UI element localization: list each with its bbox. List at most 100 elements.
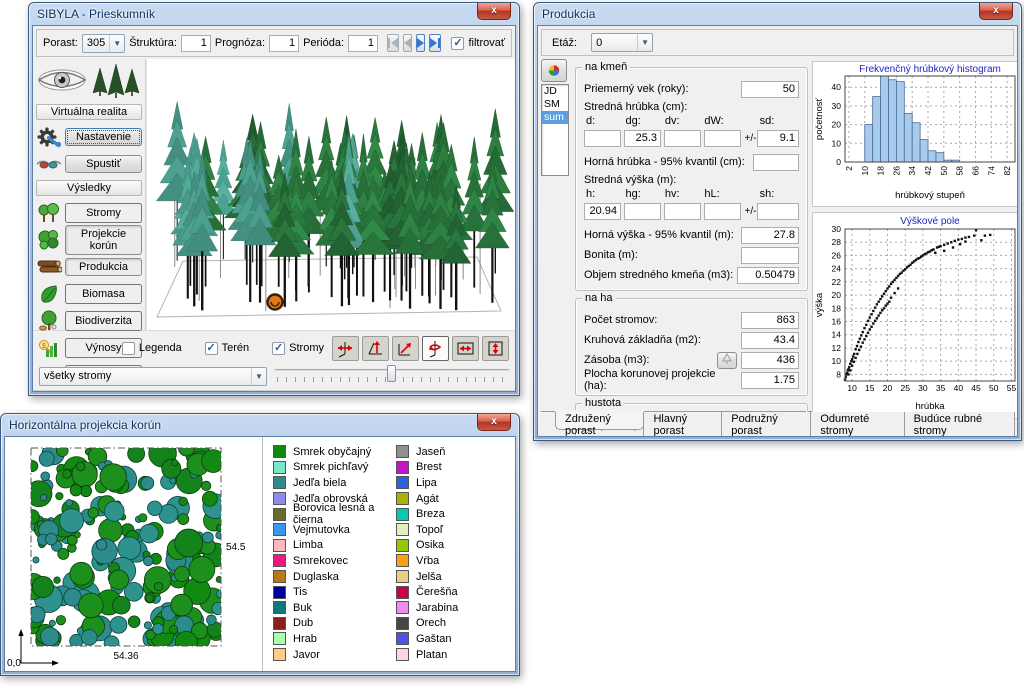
next-record-button[interactable]: [416, 34, 425, 52]
view-y-axis-button[interactable]: [362, 336, 389, 361]
svg-text:50: 50: [989, 383, 999, 393]
legend-item-limba: Limba: [273, 538, 392, 554]
legenda-checkbox-row[interactable]: Legenda: [122, 342, 182, 355]
teren-checkbox[interactable]: ✓: [205, 342, 218, 355]
horna-vyska-input[interactable]: [741, 227, 799, 244]
etaz-panel: Etáž: 0 ▼: [541, 29, 1014, 56]
na-ha-row: Počet stromov:: [584, 310, 799, 330]
h-col-label: hv:: [663, 188, 702, 201]
legenda-checkbox[interactable]: [122, 342, 135, 355]
close-button[interactable]: x: [477, 414, 511, 431]
stromy-checkbox[interactable]: ✓: [272, 342, 285, 355]
tab-zdru-en-porast[interactable]: Združený porast: [555, 412, 644, 430]
legend-swatch: [396, 492, 409, 505]
stromy-checkbox-row[interactable]: ✓ Stromy: [272, 342, 324, 355]
first-record-button[interactable]: [387, 34, 399, 52]
nastavenie-button[interactable]: Nastavenie: [65, 128, 142, 146]
legend-item-orech: Orech: [396, 616, 515, 632]
view-width-button[interactable]: [452, 336, 479, 361]
horna-hrubka-input[interactable]: [753, 154, 799, 171]
prev-record-button[interactable]: [403, 34, 412, 52]
tab-podru-n-porast[interactable]: Podružný porast: [721, 412, 811, 437]
window-projekcia: Horizontálna projekcia korún x 54.554.36…: [0, 413, 520, 676]
titlebar-projekcia[interactable]: Horizontálna projekcia korún: [1, 414, 519, 436]
legend-swatch: [396, 586, 409, 599]
etaz-select[interactable]: 0 ▼: [591, 33, 653, 52]
biodiverzita-button[interactable]: Biodiverzita: [65, 311, 142, 331]
spustit-button[interactable]: Spustiť: [65, 155, 142, 173]
projekcie-kor-n-button[interactable]: Projekcie korún: [65, 225, 142, 255]
produkcia-button[interactable]: Produkcia: [65, 258, 142, 276]
legend-item--ere-a: Čerešňa: [396, 584, 515, 600]
biomasa-button[interactable]: Biomasa: [65, 284, 142, 304]
crown-projection-map[interactable]: 54.554.360,0: [5, 437, 263, 671]
titlebar-prieskumnik[interactable]: SIBYLA - Prieskumník: [29, 3, 519, 25]
charts-column: Frekvenčný hrúbkový histogram21018263442…: [812, 59, 1018, 411]
titlebar-produkcia[interactable]: Produkcia: [534, 3, 1021, 25]
priemerny-vek-input[interactable]: [741, 81, 799, 98]
view-x-axis-button[interactable]: [332, 336, 359, 361]
h-value-input[interactable]: [704, 203, 741, 220]
forest-3d-render: [147, 59, 515, 330]
crown-projection-render: 54.554.360,0: [5, 437, 262, 672]
na-ha-value-input[interactable]: [741, 352, 799, 369]
h-value-input[interactable]: [624, 203, 661, 220]
objem-input[interactable]: [737, 267, 799, 284]
svg-text:10: 10: [832, 356, 842, 366]
d-value-input[interactable]: [584, 130, 621, 147]
na-ha-value-input[interactable]: [741, 312, 799, 329]
last-record-button[interactable]: [429, 34, 441, 52]
tab-hlavn-porast[interactable]: Hlavný porast: [643, 412, 722, 437]
yield-icon: $: [36, 336, 62, 360]
filtrovat-checkbox[interactable]: ✓: [451, 37, 464, 50]
legend-item-v-ba: Vŕba: [396, 553, 515, 569]
d-col-label: dW:: [702, 115, 741, 128]
h-sd-input[interactable]: [757, 203, 799, 220]
d-value-input[interactable]: [624, 130, 661, 147]
legend-label: Vejmutovka: [293, 524, 350, 536]
forest-3d-view[interactable]: [146, 59, 515, 330]
struktura-input[interactable]: [181, 35, 211, 52]
legend-label: Vŕba: [416, 555, 439, 567]
svg-text:10: 10: [847, 383, 857, 393]
na-ha-value-input[interactable]: [741, 332, 799, 349]
species-chart-button[interactable]: [541, 59, 567, 82]
porast-select[interactable]: 305 ▼: [82, 34, 125, 53]
species-listbox[interactable]: JDSMsum: [541, 84, 569, 176]
close-button[interactable]: x: [979, 3, 1013, 20]
stromy-button[interactable]: Stromy: [65, 203, 142, 223]
tab-bud-ce-rubn-stromy[interactable]: Budúce rubné stromy: [904, 412, 1015, 437]
zasoba-detail-button[interactable]: [717, 352, 737, 369]
d-sd-input[interactable]: [757, 130, 799, 147]
species-item-sum[interactable]: sum: [542, 111, 568, 124]
zakmenenie-input[interactable]: [696, 437, 754, 438]
close-button[interactable]: x: [477, 3, 511, 20]
legend-label: Breza: [416, 508, 445, 520]
legend-swatch: [273, 476, 286, 489]
d-value-input[interactable]: [664, 130, 701, 147]
view-rotate-button[interactable]: [422, 336, 449, 361]
species-item-sm[interactable]: SM: [542, 98, 568, 111]
bonita-input[interactable]: [741, 247, 799, 264]
na-kmen-group: na kmeň Priemerný vek (roky): Stredná hr…: [575, 67, 808, 291]
tab-odumret-stromy[interactable]: Odumreté stromy: [810, 412, 904, 437]
h-value-input[interactable]: [664, 203, 701, 220]
teren-checkbox-row[interactable]: ✓ Terén: [205, 342, 250, 355]
perioda-input[interactable]: [348, 35, 378, 52]
tree-filter-select[interactable]: všetky stromy ▼: [39, 367, 267, 386]
species-item-jd[interactable]: JD: [542, 85, 568, 98]
legend-item-breza: Breza: [396, 506, 515, 522]
view-diagonal-button[interactable]: [392, 336, 419, 361]
legend-label: Javor: [293, 649, 320, 661]
d-value-input[interactable]: [704, 130, 741, 147]
view-height-button[interactable]: [482, 336, 509, 361]
time-slider[interactable]: [275, 365, 509, 387]
legend-item-jase-: Jaseň: [396, 444, 515, 460]
prieskumnik-sidebar: Virtuálna realita: [33, 59, 146, 330]
svg-text:0,0: 0,0: [7, 658, 21, 669]
h-value-input[interactable]: [584, 203, 621, 220]
prognoza-input[interactable]: [269, 35, 299, 52]
slider-thumb[interactable]: [387, 365, 396, 382]
filtrovat-checkbox-row[interactable]: ✓ filtrovať: [451, 37, 505, 50]
na-ha-value-input[interactable]: [741, 372, 799, 389]
